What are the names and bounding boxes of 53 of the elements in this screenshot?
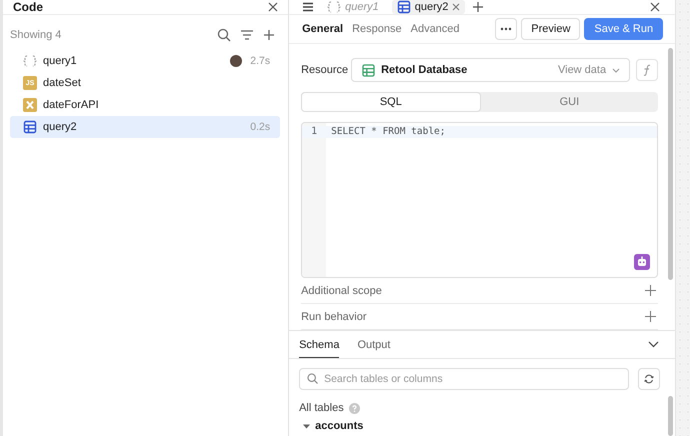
braces-icon bbox=[327, 0, 342, 14]
more-button[interactable] bbox=[495, 18, 518, 40]
search-icon[interactable] bbox=[217, 28, 232, 42]
scrollbar[interactable] bbox=[668, 48, 674, 280]
function-button[interactable] bbox=[636, 59, 658, 81]
close-icon bbox=[268, 2, 278, 12]
filter-icon[interactable] bbox=[240, 28, 254, 42]
section-tab[interactable]: General bbox=[302, 23, 344, 35]
item-count: Showing 4 bbox=[10, 29, 62, 41]
table-tree-item[interactable]: accounts bbox=[299, 420, 660, 432]
query-list-item[interactable]: dateForAPI bbox=[10, 94, 280, 116]
chevron-down-icon bbox=[648, 341, 660, 348]
section-heading: All tables bbox=[299, 402, 344, 414]
section-tab[interactable]: Response bbox=[352, 23, 402, 35]
table-icon bbox=[23, 120, 37, 134]
database-table-icon bbox=[362, 64, 376, 76]
panel-tab[interactable]: Schema bbox=[299, 331, 340, 358]
add-icon bbox=[645, 311, 656, 322]
panel-tab[interactable]: Output bbox=[357, 331, 390, 358]
search-field[interactable]: Search tables or columns bbox=[299, 368, 630, 390]
editor-tab[interactable]: query2 bbox=[392, 0, 466, 14]
section-tab[interactable]: Advanced bbox=[410, 23, 460, 35]
add-icon[interactable] bbox=[263, 29, 276, 41]
help-icon bbox=[348, 402, 360, 414]
query-list-item[interactable]: query2 0.2s bbox=[10, 116, 280, 138]
line-number: 1 bbox=[302, 126, 326, 138]
more-icon bbox=[500, 27, 512, 31]
resource-select[interactable]: Retool Database View data bbox=[351, 58, 630, 82]
query-list-item[interactable]: query1 2.7s bbox=[10, 50, 280, 72]
search-icon bbox=[307, 373, 318, 384]
close-icon bbox=[452, 3, 460, 11]
preview-button[interactable]: Preview bbox=[521, 18, 580, 40]
refresh-button[interactable] bbox=[638, 368, 660, 390]
add-icon bbox=[645, 285, 656, 296]
cross-icon bbox=[23, 98, 37, 112]
close-icon bbox=[650, 2, 660, 12]
refresh-icon bbox=[644, 374, 654, 384]
code-editor[interactable]: 1 SELECT * FROM table; bbox=[301, 122, 658, 278]
field-label: Resource bbox=[301, 64, 346, 76]
collapsible-section[interactable]: Additional scope bbox=[301, 278, 658, 304]
mode-tab[interactable]: GUI bbox=[480, 92, 658, 112]
braces-icon bbox=[23, 54, 37, 68]
robot-icon bbox=[634, 254, 650, 270]
chevron-down-icon bbox=[612, 68, 620, 72]
mode-tab[interactable]: SQL bbox=[301, 92, 481, 112]
save-run-button[interactable]: Save & Run bbox=[584, 18, 664, 40]
panel-title: Code bbox=[13, 0, 43, 14]
table-icon bbox=[396, 0, 411, 14]
collapsible-section[interactable]: Run behavior bbox=[301, 304, 658, 330]
menu-icon[interactable] bbox=[302, 2, 314, 12]
scrollbar[interactable] bbox=[668, 396, 674, 436]
function-icon bbox=[642, 64, 652, 76]
add-icon[interactable] bbox=[473, 2, 484, 12]
